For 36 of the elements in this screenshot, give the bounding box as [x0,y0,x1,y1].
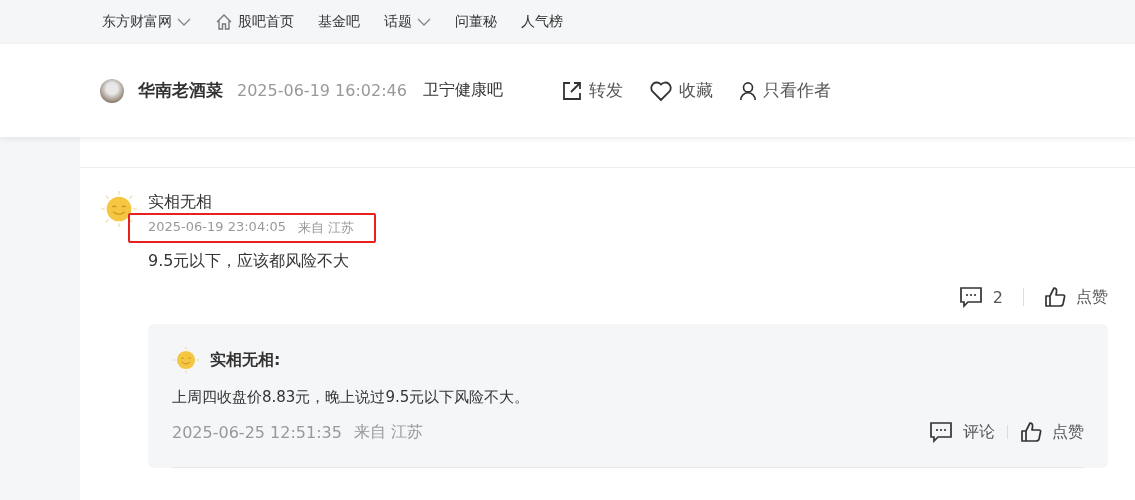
avatar[interactable] [100,78,124,103]
nav-link[interactable]: 问董秘 [455,13,497,31]
comment-icon [958,286,983,308]
comment-button[interactable]: 评论 [929,421,995,443]
action-button[interactable]: 只看作者 [738,79,831,102]
reply-location: 来自 江苏 [353,421,424,443]
reply-text: 上周四收盘价8.83元，晚上说过9.5元以下风险不大。 [172,388,531,407]
comment-location: 来自 江苏 [298,219,355,237]
reply-count-button[interactable]: 2 [958,286,1003,308]
post-time: 2025-06-19 16:02:46 [237,81,407,100]
thumbs-up-icon [1044,286,1066,308]
action-button[interactable]: 转发 [560,79,623,102]
comment-text: 9.5元以下，应该都风险不大 [148,251,351,272]
chevron-down-icon [417,18,431,26]
heart-icon [648,79,673,102]
share-icon [560,79,583,102]
commenter-name[interactable]: 实相无相 [148,192,1108,213]
home-icon [215,13,233,31]
thumbs-up-icon [1020,421,1042,443]
chevron-down-icon [177,18,191,26]
like-button[interactable]: 点赞 [1044,286,1108,308]
action-button[interactable]: 收藏 [648,79,713,102]
forum-name[interactable]: 卫宁健康吧 [422,80,503,101]
nav-link[interactable]: 东方财富网 [102,13,191,31]
nav-link[interactable]: 人气榜 [521,13,563,31]
reply-time: 2025-06-25 12:51:35 [172,422,342,442]
reply-author[interactable]: 实相无相: [210,349,281,371]
nav-link[interactable]: 基金吧 [318,13,360,31]
smiley-avatar-icon[interactable] [100,190,138,228]
comment-time: 2025-06-19 23:04:05 [148,219,287,236]
like-button[interactable]: 点赞 [1020,421,1084,443]
author-name[interactable]: 华南老酒菜 [138,79,223,102]
person-icon [738,80,757,101]
nav-link[interactable]: 话题 [384,13,431,31]
comment-icon [929,421,953,443]
nav-link[interactable]: 股吧首页 [215,13,294,31]
